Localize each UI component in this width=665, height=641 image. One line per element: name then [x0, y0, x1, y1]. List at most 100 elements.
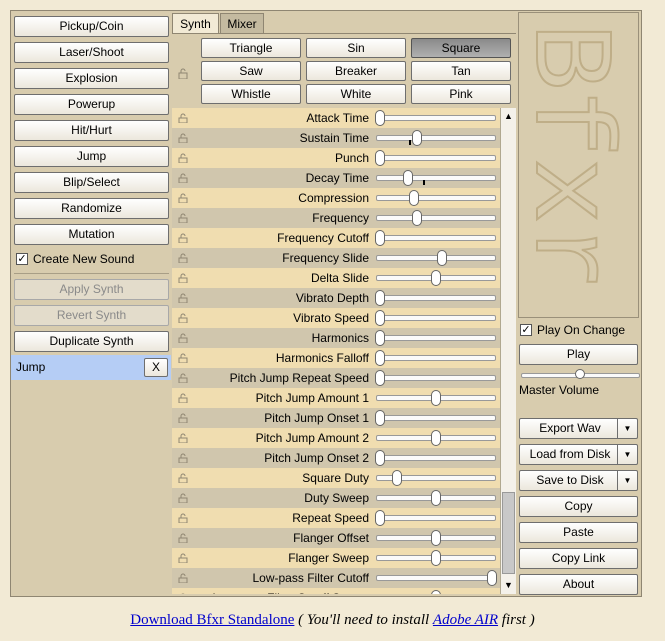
- param-slider-knob[interactable]: [375, 230, 385, 246]
- tab-synth[interactable]: Synth: [172, 13, 219, 34]
- param-slider[interactable]: [376, 155, 496, 161]
- param-slider-knob[interactable]: [431, 490, 441, 506]
- param-slider-knob[interactable]: [375, 350, 385, 366]
- param-slider-knob[interactable]: [403, 170, 413, 186]
- param-slider-knob[interactable]: [431, 390, 441, 406]
- waveform-white-button[interactable]: White: [306, 84, 406, 104]
- param-slider-knob[interactable]: [375, 410, 385, 426]
- param-slider-knob[interactable]: [375, 290, 385, 306]
- param-slider[interactable]: [376, 355, 496, 361]
- laser-shoot-button[interactable]: Laser/Shoot: [14, 42, 169, 63]
- load-from-disk-button[interactable]: Load from Disk ▼: [519, 444, 638, 465]
- lock-icon[interactable]: [178, 233, 189, 243]
- param-slider-knob[interactable]: [436, 250, 447, 266]
- lock-icon[interactable]: [178, 573, 189, 583]
- param-slider[interactable]: [376, 315, 496, 321]
- lock-icon[interactable]: [178, 453, 189, 463]
- lock-icon[interactable]: [178, 113, 189, 123]
- play-on-change-checkbox[interactable]: ✓: [520, 324, 532, 336]
- scroll-up-icon[interactable]: ▲: [501, 109, 516, 124]
- copy-button[interactable]: Copy: [519, 496, 638, 517]
- param-slider-knob[interactable]: [375, 510, 385, 526]
- param-slider-knob[interactable]: [487, 570, 497, 586]
- lock-icon[interactable]: [178, 593, 189, 594]
- param-slider[interactable]: [376, 335, 496, 341]
- hit-hurt-button[interactable]: Hit/Hurt: [14, 120, 169, 141]
- play-button[interactable]: Play: [519, 344, 638, 365]
- param-slider[interactable]: [376, 115, 496, 121]
- lock-icon[interactable]: [178, 68, 190, 79]
- param-slider-knob[interactable]: [431, 530, 441, 546]
- param-slider[interactable]: [376, 135, 496, 141]
- powerup-button[interactable]: Powerup: [14, 94, 169, 115]
- about-button[interactable]: About: [519, 574, 638, 595]
- revert-synth-button[interactable]: Revert Synth: [14, 305, 169, 326]
- param-slider-knob[interactable]: [375, 370, 385, 386]
- param-slider-knob[interactable]: [411, 130, 422, 146]
- param-slider[interactable]: [376, 455, 496, 461]
- lock-icon[interactable]: [178, 333, 189, 343]
- pickup-coin-button[interactable]: Pickup/Coin: [14, 16, 169, 37]
- param-slider-knob[interactable]: [431, 590, 441, 594]
- tab-mixer[interactable]: Mixer: [220, 13, 264, 34]
- waveform-whistle-button[interactable]: Whistle: [201, 84, 301, 104]
- param-slider-knob[interactable]: [375, 150, 385, 166]
- param-slider[interactable]: [376, 515, 496, 521]
- parameter-scrollbar[interactable]: ▲ ▼: [500, 108, 516, 594]
- apply-synth-button[interactable]: Apply Synth: [14, 279, 169, 300]
- waveform-sin-button[interactable]: Sin: [306, 38, 406, 58]
- param-slider[interactable]: [376, 235, 496, 241]
- param-slider[interactable]: [376, 215, 496, 221]
- lock-icon[interactable]: [178, 353, 189, 363]
- param-slider-knob[interactable]: [375, 110, 385, 126]
- mutation-button[interactable]: Mutation: [14, 224, 169, 245]
- copy-link-button[interactable]: Copy Link: [519, 548, 638, 569]
- lock-icon[interactable]: [178, 193, 189, 203]
- param-slider[interactable]: [376, 295, 496, 301]
- lock-icon[interactable]: [178, 413, 189, 423]
- randomize-button[interactable]: Randomize: [14, 198, 169, 219]
- param-slider-knob[interactable]: [375, 330, 385, 346]
- lock-icon[interactable]: [178, 253, 189, 263]
- waveform-breaker-button[interactable]: Breaker: [306, 61, 406, 81]
- blip-select-button[interactable]: Blip/Select: [14, 172, 169, 193]
- lock-icon[interactable]: [178, 433, 189, 443]
- param-slider-knob[interactable]: [431, 270, 441, 286]
- lock-icon[interactable]: [178, 133, 189, 143]
- lock-icon[interactable]: [178, 153, 189, 163]
- param-slider[interactable]: [376, 175, 496, 181]
- lock-icon[interactable]: [178, 213, 189, 223]
- create-new-sound-checkbox[interactable]: ✓: [16, 253, 28, 265]
- lock-icon[interactable]: [178, 533, 189, 543]
- lock-icon[interactable]: [178, 373, 189, 383]
- param-slider-knob[interactable]: [431, 430, 441, 446]
- lock-icon[interactable]: [178, 473, 189, 483]
- duplicate-synth-button[interactable]: Duplicate Synth: [14, 331, 169, 352]
- chevron-down-icon[interactable]: ▼: [617, 419, 637, 438]
- chevron-down-icon[interactable]: ▼: [617, 471, 637, 490]
- lock-icon[interactable]: [178, 513, 189, 523]
- delete-sound-button[interactable]: X: [144, 358, 168, 377]
- param-slider-knob[interactable]: [408, 190, 419, 206]
- lock-icon[interactable]: [178, 393, 189, 403]
- lock-icon[interactable]: [178, 313, 189, 323]
- waveform-pink-button[interactable]: Pink: [411, 84, 511, 104]
- scroll-thumb[interactable]: [502, 492, 515, 574]
- waveform-tan-button[interactable]: Tan: [411, 61, 511, 81]
- param-slider-knob[interactable]: [431, 550, 441, 566]
- param-slider-knob[interactable]: [375, 450, 385, 466]
- param-slider[interactable]: [376, 415, 496, 421]
- waveform-square-button[interactable]: Square: [411, 38, 511, 58]
- download-standalone-link[interactable]: Download Bfxr Standalone: [130, 612, 294, 628]
- jump-button[interactable]: Jump: [14, 146, 169, 167]
- param-slider-knob[interactable]: [411, 210, 422, 226]
- sound-list-item[interactable]: Jump X: [11, 355, 171, 380]
- param-slider[interactable]: [376, 575, 496, 581]
- explosion-button[interactable]: Explosion: [14, 68, 169, 89]
- lock-icon[interactable]: [178, 493, 189, 503]
- chevron-down-icon[interactable]: ▼: [617, 445, 637, 464]
- lock-icon[interactable]: [178, 173, 189, 183]
- adobe-air-link[interactable]: Adobe AIR: [433, 612, 498, 628]
- waveform-triangle-button[interactable]: Triangle: [201, 38, 301, 58]
- scroll-down-icon[interactable]: ▼: [501, 578, 516, 593]
